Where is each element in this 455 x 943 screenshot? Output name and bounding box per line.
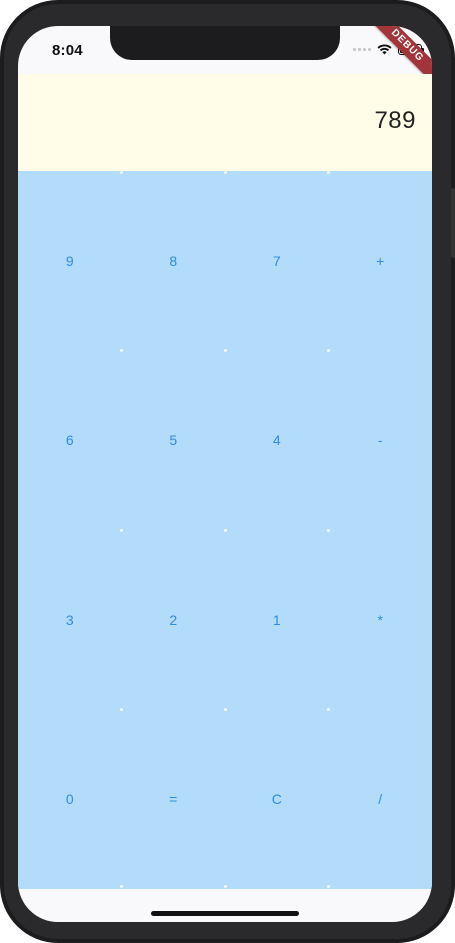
grid-dot bbox=[327, 349, 330, 352]
notch bbox=[110, 26, 340, 60]
key-plus[interactable]: + bbox=[329, 171, 433, 351]
key-7[interactable]: 7 bbox=[225, 171, 329, 351]
key-equals[interactable]: = bbox=[122, 710, 226, 890]
grid-dot bbox=[120, 884, 123, 888]
display-value: 789 bbox=[374, 107, 416, 134]
calculator-display: 789 bbox=[18, 74, 432, 171]
signal-icon bbox=[353, 48, 371, 51]
grid-dot bbox=[327, 708, 330, 711]
grid-dot bbox=[327, 528, 330, 532]
grid-dot bbox=[120, 528, 123, 532]
key-4[interactable]: 4 bbox=[225, 351, 329, 531]
grid-dot bbox=[223, 528, 227, 532]
side-button bbox=[451, 188, 455, 258]
grid-dot bbox=[223, 171, 227, 174]
grid-dot bbox=[223, 708, 227, 711]
key-divide[interactable]: / bbox=[329, 710, 433, 890]
key-clear[interactable]: C bbox=[225, 710, 329, 890]
grid-dot bbox=[223, 884, 227, 888]
home-indicator[interactable] bbox=[151, 911, 299, 916]
key-multiply[interactable]: * bbox=[329, 530, 433, 710]
key-8[interactable]: 8 bbox=[122, 171, 226, 351]
keypad: 9 8 7 +6 5 4- 3 2 1 * 0 = C / bbox=[18, 171, 432, 889]
wifi-icon bbox=[377, 44, 392, 55]
phone-frame: 8:04 DEBUG 789 9 8 7 +6 5 4-3 2 1 * 0 = C / bbox=[0, 0, 455, 943]
grid-dot bbox=[327, 171, 330, 174]
key-2[interactable]: 2 bbox=[122, 530, 226, 710]
key-3[interactable]: 3 bbox=[18, 530, 122, 710]
grid-dot bbox=[120, 171, 123, 174]
key-6[interactable]: 6 bbox=[18, 351, 122, 531]
status-time: 8:04 bbox=[52, 42, 83, 59]
key-9[interactable]: 9 bbox=[18, 171, 122, 351]
grid-dot bbox=[120, 349, 123, 352]
key-5[interactable]: 5 bbox=[122, 351, 226, 531]
grid-dot bbox=[120, 708, 123, 711]
grid-dot bbox=[223, 349, 227, 352]
app-screen: 8:04 DEBUG 789 9 8 7 +6 5 4-3 2 1 * 0 = C / bbox=[18, 26, 432, 922]
key-minus[interactable]: - bbox=[329, 351, 433, 531]
grid-dot bbox=[327, 884, 330, 888]
key-1[interactable]: 1 bbox=[225, 530, 329, 710]
key-0[interactable]: 0 bbox=[18, 710, 122, 890]
